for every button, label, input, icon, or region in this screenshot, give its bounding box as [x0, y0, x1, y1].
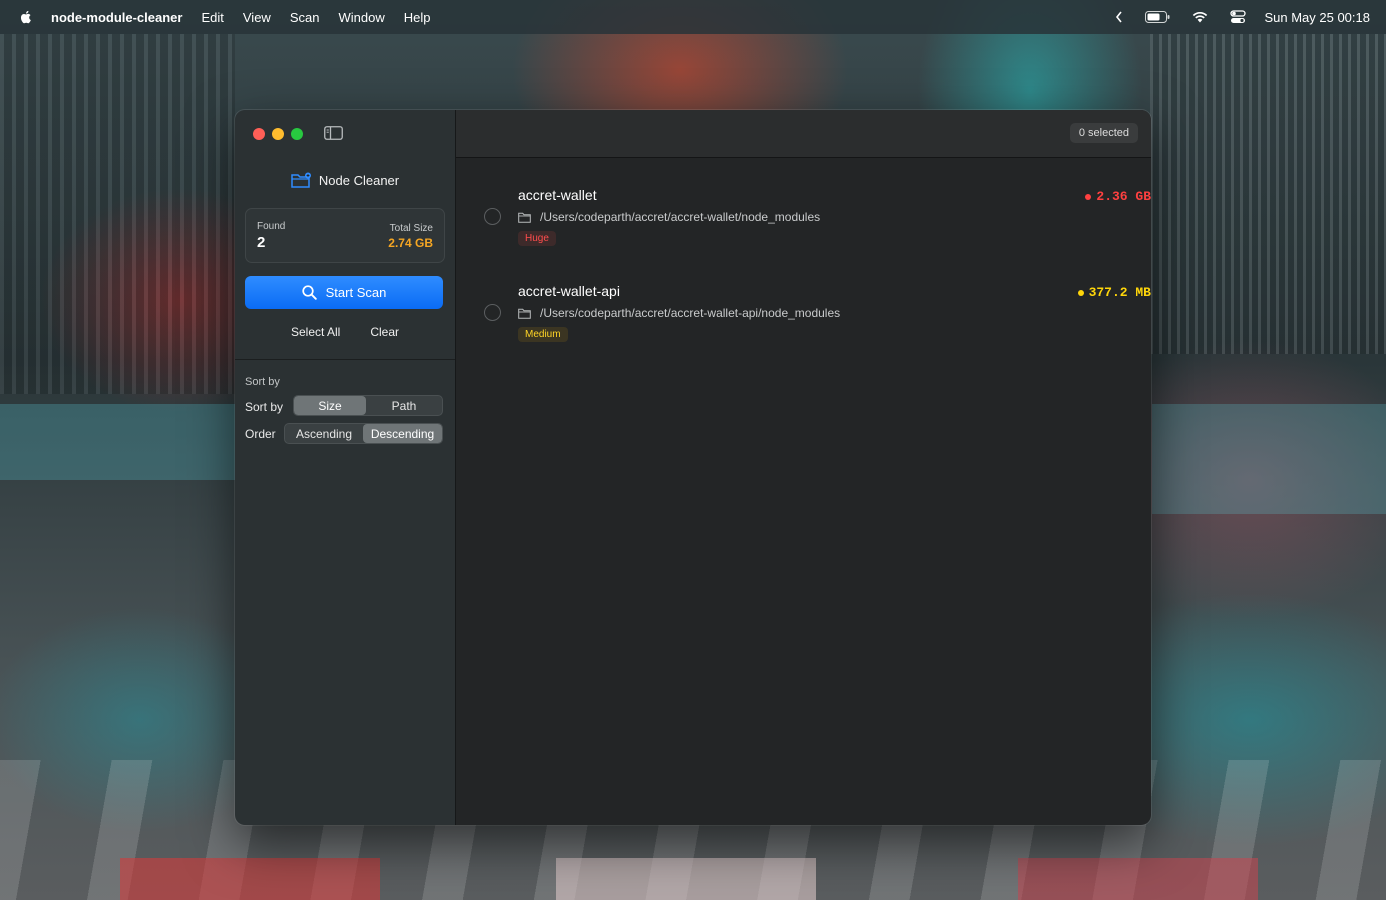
stats-card: Found 2 Total Size 2.74 GB: [245, 208, 445, 263]
clear-button[interactable]: Clear: [370, 325, 399, 339]
project-path: /Users/codeparth/accret/accret-wallet/no…: [518, 210, 820, 224]
wallpaper-glitch: [120, 858, 380, 900]
total-size-label: Total Size: [389, 223, 433, 234]
order-label: Order: [245, 427, 276, 441]
wallpaper-building-left: [0, 34, 235, 394]
found-count: 2: [257, 234, 266, 251]
project-path: /Users/codeparth/accret/accret-wallet-ap…: [518, 306, 840, 320]
size-indicator-dot: [1085, 193, 1092, 200]
brand-title: Node Cleaner: [318, 172, 400, 188]
size-indicator-dot: [1077, 289, 1084, 296]
total-size-value: 2.74 GB: [388, 236, 433, 250]
order-option-ascending[interactable]: Ascending: [285, 424, 363, 443]
folder-size-value: 2.36 GB: [1096, 189, 1151, 204]
menu-help[interactable]: Help: [404, 10, 431, 25]
app-menu-name[interactable]: node-module-cleaner: [51, 10, 182, 25]
folder-icon: [518, 308, 531, 319]
window-controls: [253, 128, 310, 140]
sort-option-size[interactable]: Size: [294, 396, 366, 415]
wallpaper-glitch: [556, 858, 816, 900]
start-scan-label: Start Scan: [325, 285, 387, 300]
close-window-button[interactable]: [253, 128, 265, 140]
project-path-text: /Users/codeparth/accret/accret-wallet/no…: [540, 210, 821, 224]
sort-by-segmented-control: Size Path: [293, 395, 443, 416]
battery-icon[interactable]: [1145, 11, 1170, 23]
apple-icon[interactable]: [18, 9, 34, 25]
control-center-icon[interactable]: [1230, 10, 1247, 24]
result-row[interactable]: accret-wallet-api /Users/codeparth/accre…: [456, 280, 1151, 360]
search-icon: [301, 285, 317, 300]
status-area: Sun May 25 00:18: [1093, 10, 1370, 25]
menubar-clock[interactable]: Sun May 25 00:18: [1264, 10, 1370, 25]
selected-count-badge: 0 selected: [1069, 123, 1138, 143]
menu-window[interactable]: Window: [338, 10, 384, 25]
folder-icon: [518, 212, 531, 223]
order-segmented-control: Ascending Descending: [284, 423, 443, 444]
size-category-badge: Huge: [518, 231, 556, 246]
project-path-text: /Users/codeparth/accret/accret-wallet-ap…: [540, 306, 841, 320]
wallpaper-glitch: [0, 404, 235, 480]
app-window: Node Cleaner Found 2 Total Size 2.74 GB …: [235, 110, 1151, 825]
wallpaper-building-right: [1150, 34, 1386, 354]
folder-badge-icon: [291, 172, 312, 188]
sort-section-heading: Sort by: [245, 376, 280, 388]
row-select-checkbox[interactable]: [484, 304, 501, 321]
results-pane: 0 selected accret-wallet /Users/codepart…: [456, 110, 1151, 825]
folder-size: 2.36 GB: [1085, 189, 1151, 204]
selection-actions: Select All Clear: [235, 325, 455, 339]
project-name: accret-wallet: [518, 187, 597, 203]
sidebar: Node Cleaner Found 2 Total Size 2.74 GB …: [235, 110, 456, 825]
wallpaper-glitch: [1018, 858, 1258, 900]
order-option-descending[interactable]: Descending: [363, 424, 442, 443]
chevron-left-icon[interactable]: [1115, 11, 1123, 23]
menu-bar: node-module-cleaner Edit View Scan Windo…: [0, 0, 1386, 34]
menu-scan[interactable]: Scan: [290, 10, 320, 25]
menu-view[interactable]: View: [243, 10, 271, 25]
menu-edit[interactable]: Edit: [201, 10, 223, 25]
wifi-icon[interactable]: [1192, 11, 1208, 23]
wallpaper-glitch: [1152, 404, 1386, 514]
size-category-badge: Medium: [518, 327, 568, 342]
sidebar-toggle-icon[interactable]: [324, 126, 343, 145]
start-scan-button[interactable]: Start Scan: [245, 276, 443, 309]
folder-size: 377.2 MB: [1077, 285, 1151, 300]
found-label: Found: [257, 221, 286, 232]
sidebar-divider: [235, 359, 455, 360]
select-all-button[interactable]: Select All: [291, 325, 340, 339]
app-brand: Node Cleaner: [235, 172, 455, 188]
sort-by-label: Sort by: [245, 400, 284, 414]
zoom-window-button[interactable]: [291, 128, 303, 140]
folder-size-value: 377.2 MB: [1088, 285, 1151, 300]
result-row[interactable]: accret-wallet /Users/codeparth/accret/ac…: [456, 184, 1151, 264]
sort-option-path[interactable]: Path: [366, 396, 442, 415]
row-select-checkbox[interactable]: [484, 208, 501, 225]
minimize-window-button[interactable]: [272, 128, 284, 140]
project-name: accret-wallet-api: [518, 283, 620, 299]
results-toolbar: 0 selected: [456, 110, 1151, 158]
